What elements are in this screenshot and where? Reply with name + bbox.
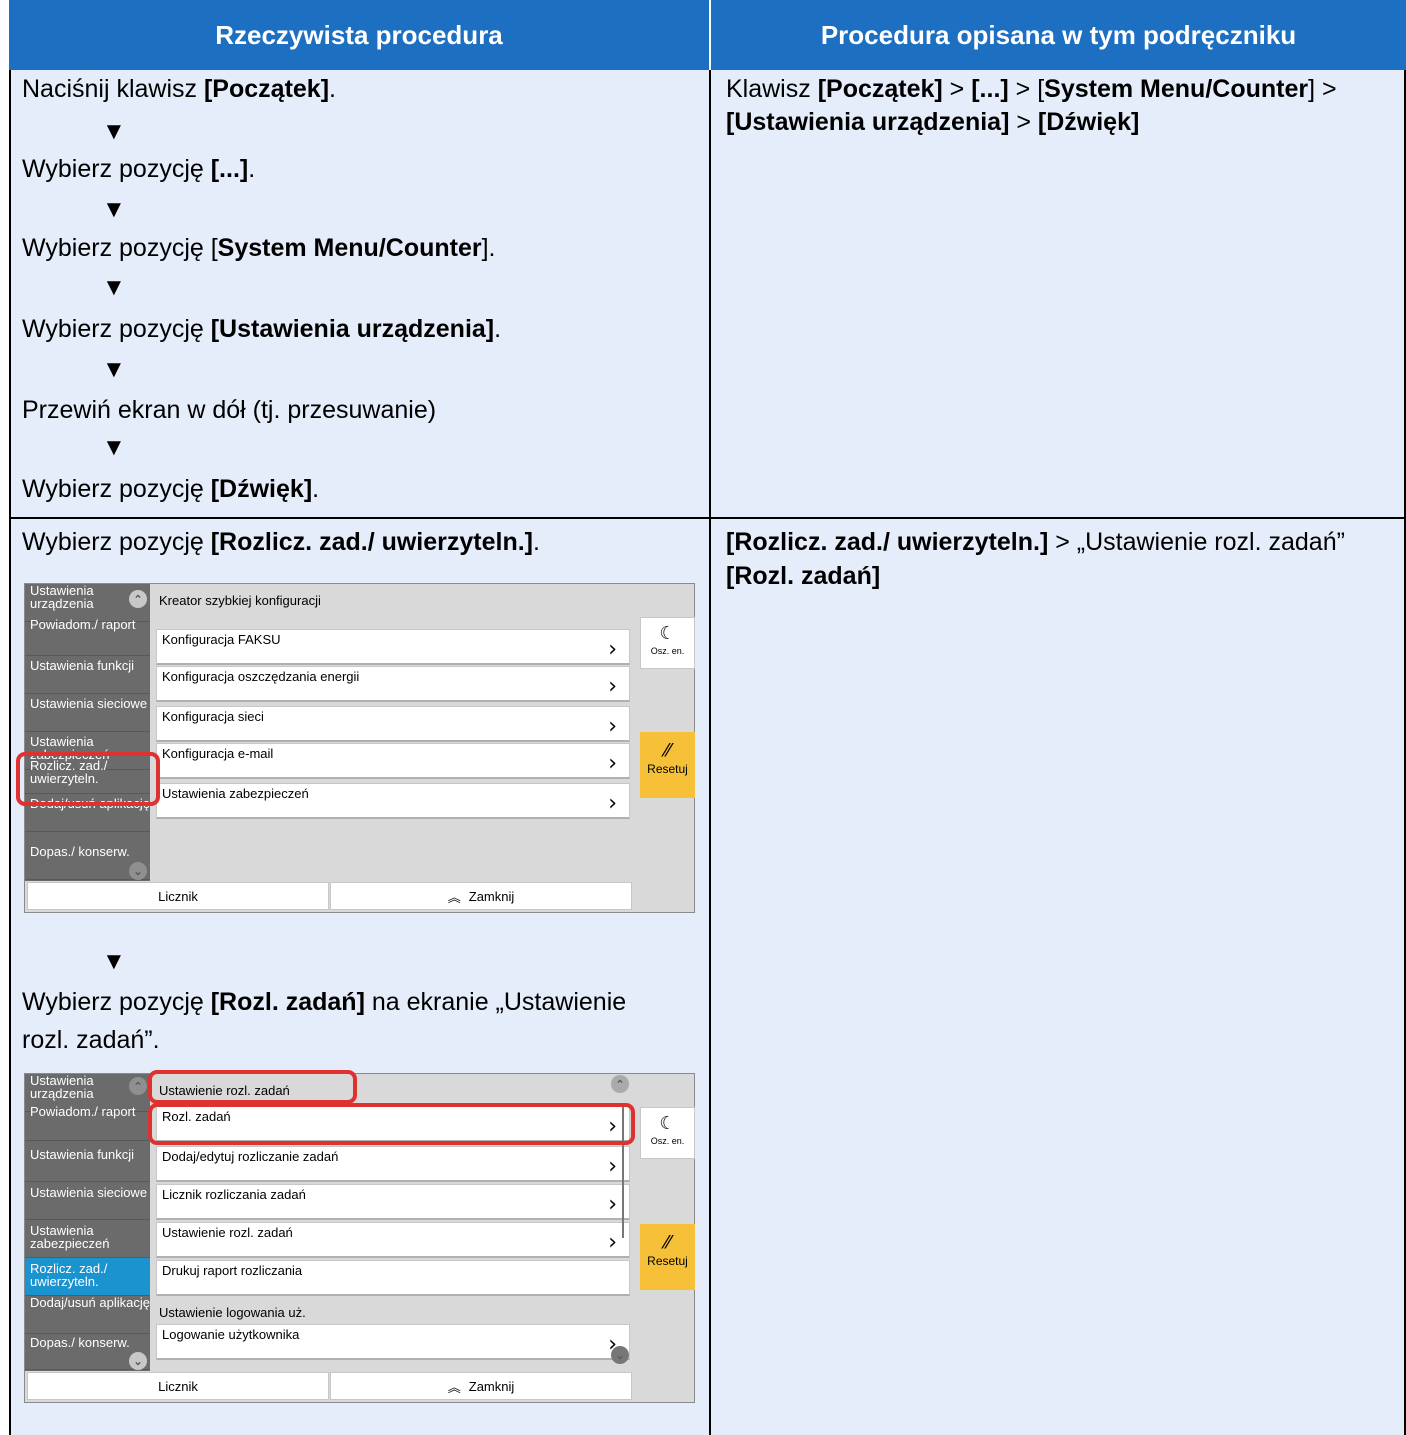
scroll-up-icon[interactable]: ⌃ — [611, 1075, 629, 1093]
menu-item[interactable]: Drukuj raport rozliczania — [156, 1260, 630, 1296]
panel-screen-1: Ustawienia urządzenia Powiadom./ raport … — [24, 583, 695, 913]
moon-icon: ☾ — [659, 623, 676, 644]
close-button[interactable]: ︽ Zamknij — [330, 882, 632, 910]
side-menu: Ustawienia urządzenia Powiadom./ raport … — [25, 1074, 150, 1371]
step-2: Wybierz pozycję [...]. — [22, 155, 256, 183]
step-r2-1: Wybierz pozycję [Rozlicz. zad./ uwierzyt… — [22, 528, 540, 556]
chevron-right-icon: › — [608, 1192, 617, 1217]
double-chevron-up-icon: ︽ — [447, 890, 461, 906]
step-6: Wybierz pozycję [Dźwięk]. — [22, 475, 320, 503]
row-divider — [9, 517, 1406, 519]
menu-item[interactable]: Konfiguracja sieci › — [156, 706, 630, 742]
side-item[interactable]: Ustawienia funkcji — [25, 1144, 150, 1182]
side-item[interactable]: Ustawienia zabezpieczeń — [25, 1220, 150, 1258]
highlight-accounting — [16, 752, 160, 806]
counter-button[interactable]: Licznik — [27, 1372, 329, 1400]
border-middle — [709, 70, 711, 1435]
section-title: Ustawienie logowania uż. — [159, 1305, 306, 1320]
path-r2-line-2: [Rozl. zadań] — [726, 562, 881, 590]
reset-icon: ⁄⁄ — [664, 740, 671, 761]
side-item[interactable]: Powiadom./ raport — [25, 618, 150, 656]
menu-item[interactable]: Konfiguracja e-mail › — [156, 743, 630, 779]
path-line-2: [Ustawienia urządzenia] > [Dźwięk] — [726, 108, 1140, 136]
arrow-1: ▼ — [102, 118, 126, 145]
menu-item[interactable]: Logowanie użytkownika › — [156, 1324, 630, 1360]
energy-saver-button[interactable]: ☾ Osz. en. — [640, 617, 695, 669]
side-menu: Ustawienia urządzenia Powiadom./ raport … — [25, 584, 150, 881]
path-line-1: Klawisz [Początek] > [...] > [System Men… — [726, 75, 1337, 103]
chevron-right-icon: › — [608, 1230, 617, 1255]
scroll-up-icon[interactable]: ⌃ — [129, 1077, 147, 1095]
step-r2-2b: rozl. zadań”. — [22, 1026, 160, 1054]
arrow-4: ▼ — [102, 356, 126, 383]
side-item[interactable]: Ustawienia funkcji — [25, 656, 150, 694]
menu-item[interactable]: Ustawienie rozl. zadań › — [156, 1222, 630, 1258]
scroll-down-icon[interactable]: ⌄ — [129, 1352, 147, 1370]
section-title: Kreator szybkiej konfiguracji — [159, 593, 321, 608]
arrow-2: ▼ — [102, 196, 126, 223]
scroll-up-icon[interactable]: ⌃ — [129, 590, 147, 608]
chevron-right-icon: › — [608, 674, 617, 699]
counter-button[interactable]: Licznik — [27, 882, 329, 910]
double-chevron-up-icon: ︽ — [447, 1380, 461, 1396]
reset-button[interactable]: ⁄⁄ Resetuj — [640, 732, 695, 798]
side-item[interactable]: Ustawienia sieciowe — [25, 694, 150, 732]
header-right: Procedura opisana w tym podręczniku — [711, 0, 1406, 70]
chevron-right-icon: › — [608, 637, 617, 662]
header-left: Rzeczywista procedura — [9, 0, 709, 70]
chevron-right-icon: › — [608, 714, 617, 739]
side-item-accounting[interactable]: Rozlicz. zad./ uwierzyteln. — [25, 1258, 150, 1296]
step-r2-2a: Wybierz pozycję [Rozl. zadań] na ekranie… — [22, 988, 627, 1016]
scroll-down-icon[interactable]: ⌄ — [611, 1346, 629, 1364]
reset-icon: ⁄⁄ — [664, 1232, 671, 1253]
chevron-right-icon: › — [608, 1154, 617, 1179]
arrow-5: ▼ — [102, 434, 126, 461]
side-item[interactable]: Powiadom./ raport — [25, 1103, 150, 1141]
arrow-3: ▼ — [102, 274, 126, 301]
side-item[interactable]: Dodaj/usuń aplikację — [25, 1296, 150, 1334]
close-button[interactable]: ︽ Zamknij — [330, 1372, 632, 1400]
menu-item[interactable]: Licznik rozliczania zadań › — [156, 1184, 630, 1220]
step-5: Przewiń ekran w dół (tj. przesuwanie) — [22, 396, 437, 424]
highlight-section — [148, 1070, 357, 1104]
arrow-r2: ▼ — [102, 948, 126, 975]
cell-r2-right — [711, 519, 1406, 1435]
menu-item[interactable]: Konfiguracja FAKSU › — [156, 629, 630, 665]
chevron-right-icon: › — [608, 751, 617, 776]
path-r2-line-1: [Rozlicz. zad./ uwierzyteln.] > „Ustawie… — [726, 528, 1345, 556]
moon-icon: ☾ — [659, 1113, 676, 1134]
step-1: Naciśnij klawisz [Początek]. — [22, 75, 336, 103]
chevron-right-icon: › — [608, 791, 617, 816]
side-item[interactable]: Ustawienia sieciowe — [25, 1182, 150, 1220]
step-4: Wybierz pozycję [Ustawienia urządzenia]. — [22, 315, 502, 343]
highlight-job-accounting — [148, 1103, 635, 1145]
scroll-down-icon[interactable]: ⌄ — [129, 862, 147, 880]
reset-button[interactable]: ⁄⁄ Resetuj — [640, 1224, 695, 1290]
menu-item[interactable]: Ustawienia zabezpieczeń › — [156, 783, 630, 819]
step-3: Wybierz pozycję [System Menu/Counter]. — [22, 234, 496, 262]
menu-item[interactable]: Konfiguracja oszczędzania energii › — [156, 666, 630, 702]
border-left — [9, 70, 11, 1435]
energy-saver-button[interactable]: ☾ Osz. en. — [640, 1107, 695, 1159]
menu-item[interactable]: Dodaj/edytuj rozliczanie zadań › — [156, 1146, 630, 1182]
